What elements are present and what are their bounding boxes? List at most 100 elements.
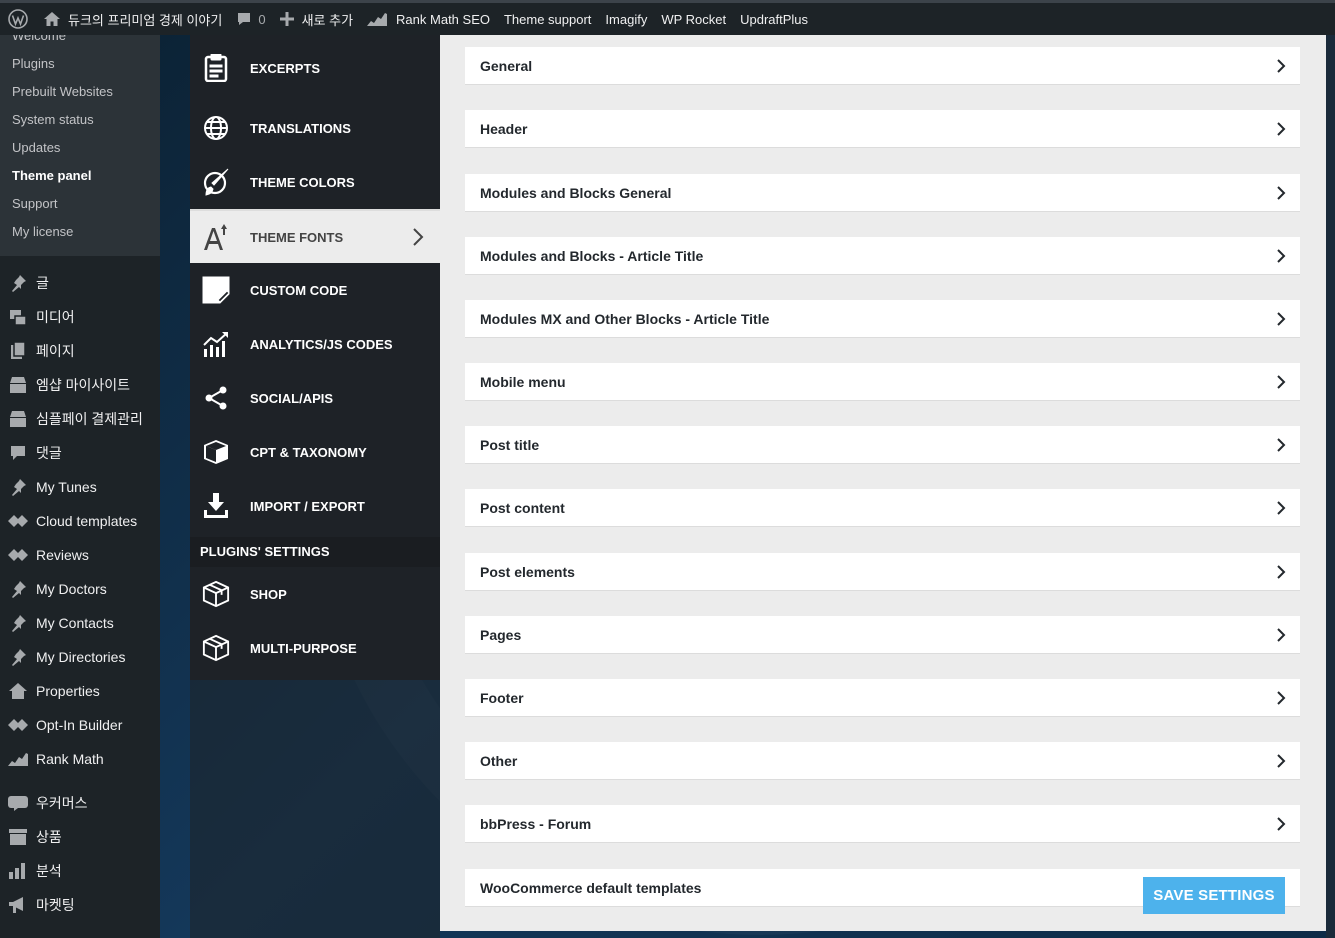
- pin-icon: [8, 647, 28, 667]
- menu-item-analytics[interactable]: 분석: [0, 854, 160, 888]
- menu-item-opt-in-builder[interactable]: Opt-In Builder: [0, 708, 160, 742]
- menu-item-reviews[interactable]: Reviews: [0, 538, 160, 572]
- pin-icon: [8, 477, 28, 497]
- document-pen-icon: [202, 276, 230, 304]
- panel-nav-label: CPT & TAXONOMY: [250, 444, 367, 460]
- section-title: Header: [480, 120, 528, 137]
- theme-panel-nav: EXCERPTS TRANSLATIONS THEME COLORS THEME…: [190, 35, 440, 680]
- comments-link[interactable]: 0: [229, 3, 272, 35]
- menu-item-my-contacts[interactable]: My Contacts: [0, 606, 160, 640]
- new-content-link[interactable]: 새로 추가: [273, 3, 360, 35]
- menu-item-mshop[interactable]: 엠샵 마이사이트: [0, 368, 160, 402]
- panel-nav-cpt-taxonomy[interactable]: CPT & TAXONOMY: [190, 425, 440, 479]
- rank-math-label: Rank Math SEO: [396, 11, 490, 27]
- section-title: Post elements: [480, 563, 575, 580]
- box-icon: [202, 634, 230, 662]
- menu-item-marketing[interactable]: 마켓팅: [0, 888, 160, 922]
- menu-label: Reviews: [36, 547, 89, 563]
- panel-nav-theme-colors[interactable]: THEME COLORS: [190, 155, 440, 209]
- plugins-settings-heading: PLUGINS' SETTINGS: [190, 537, 440, 567]
- admin-menu: 글 미디어 페이지 엠샵 마이사이트 심플페이 결제관리 댓글 My Tunes…: [0, 256, 160, 922]
- menu-item-products[interactable]: 상품: [0, 820, 160, 854]
- panel-nav-label: EXCERPTS: [250, 60, 321, 76]
- section-title: Mobile menu: [480, 373, 566, 390]
- menu-item-my-tunes[interactable]: My Tunes: [0, 470, 160, 504]
- section-pages[interactable]: Pages: [465, 616, 1300, 654]
- chevron-right-icon: [1277, 817, 1286, 831]
- section-post-content[interactable]: Post content: [465, 489, 1300, 527]
- scrollbar[interactable]: [1326, 35, 1335, 938]
- panel-nav-analytics[interactable]: ANALYTICS/JS CODES: [190, 317, 440, 371]
- section-modules-mx-article-title[interactable]: Modules MX and Other Blocks - Article Ti…: [465, 300, 1300, 338]
- submenu-item-prebuilt-websites[interactable]: Prebuilt Websites: [0, 78, 160, 106]
- menu-label: 엠샵 마이사이트: [36, 377, 131, 393]
- menu-item-my-directories[interactable]: My Directories: [0, 640, 160, 674]
- rank-math-link[interactable]: Rank Math SEO: [360, 3, 497, 35]
- section-title: Pages: [480, 626, 522, 643]
- menu-label: My Contacts: [36, 615, 114, 631]
- menu-label: 미디어: [36, 309, 75, 325]
- panel-nav-excerpts[interactable]: EXCERPTS: [190, 35, 440, 101]
- chevron-right-icon: [1277, 375, 1286, 389]
- submenu-item-plugins[interactable]: Plugins: [0, 50, 160, 78]
- panel-nav-import-export[interactable]: IMPORT / EXPORT: [190, 479, 440, 533]
- menu-label: Rank Math: [36, 751, 104, 767]
- panel-nav-multi-purpose[interactable]: MULTI-PURPOSE: [190, 621, 440, 675]
- menu-label: Properties: [36, 683, 100, 699]
- panel-nav-theme-fonts[interactable]: THEME FONTS: [190, 209, 440, 263]
- section-general[interactable]: General: [465, 47, 1300, 85]
- diamond-icon: [8, 715, 28, 735]
- submenu-item-welcome[interactable]: Welcome: [0, 35, 160, 50]
- menu-label: 심플페이 결제관리: [36, 411, 143, 427]
- menu-item-properties[interactable]: Properties: [0, 674, 160, 708]
- archive-icon: [8, 827, 28, 847]
- site-name-link[interactable]: 듀크의 프리미엄 경제 이야기: [36, 3, 229, 35]
- section-title: Modules and Blocks General: [480, 184, 672, 201]
- menu-item-comments[interactable]: 댓글: [0, 436, 160, 470]
- submenu-item-theme-panel[interactable]: Theme panel: [0, 162, 160, 190]
- section-bbpress-forum[interactable]: bbPress - Forum: [465, 805, 1300, 843]
- section-modules-blocks-general[interactable]: Modules and Blocks General: [465, 174, 1300, 212]
- panel-nav-social[interactable]: SOCIAL/APIS: [190, 371, 440, 425]
- menu-item-my-doctors[interactable]: My Doctors: [0, 572, 160, 606]
- submenu-item-updates[interactable]: Updates: [0, 134, 160, 162]
- comment-icon: [238, 13, 251, 25]
- brush-icon: [202, 168, 230, 196]
- panel-nav-custom-code[interactable]: CUSTOM CODE: [190, 263, 440, 317]
- submenu-item-my-license[interactable]: My license: [0, 218, 160, 246]
- menu-item-pages[interactable]: 페이지: [0, 334, 160, 368]
- section-post-title[interactable]: Post title: [465, 426, 1300, 464]
- section-header[interactable]: Header: [465, 110, 1300, 148]
- chevron-right-icon: [1277, 312, 1286, 326]
- section-title: WooCommerce default templates: [480, 879, 702, 896]
- save-settings-button[interactable]: SAVE SETTINGS: [1143, 877, 1285, 914]
- panel-nav-translations[interactable]: TRANSLATIONS: [190, 101, 440, 155]
- section-other[interactable]: Other: [465, 742, 1300, 780]
- menu-label: 마켓팅: [36, 897, 75, 913]
- menu-item-woocommerce[interactable]: 우커머스: [0, 786, 160, 820]
- diamond-icon: [8, 511, 28, 531]
- submenu-item-support[interactable]: Support: [0, 190, 160, 218]
- section-title: Modules and Blocks - Article Title: [480, 247, 704, 264]
- house-icon: [8, 681, 28, 701]
- menu-item-posts[interactable]: 글: [0, 266, 160, 300]
- panel-nav-shop[interactable]: SHOP: [190, 567, 440, 621]
- menu-item-simplepay[interactable]: 심플페이 결제관리: [0, 402, 160, 436]
- section-modules-blocks-article-title[interactable]: Modules and Blocks - Article Title: [465, 237, 1300, 275]
- section-footer[interactable]: Footer: [465, 679, 1300, 717]
- section-mobile-menu[interactable]: Mobile menu: [465, 363, 1300, 401]
- imagify-link[interactable]: Imagify: [598, 3, 654, 35]
- menu-item-cloud-templates[interactable]: Cloud templates: [0, 504, 160, 538]
- admin-bar: 듀크의 프리미엄 경제 이야기 0 새로 추가 Rank Math SEO Th…: [0, 0, 1335, 35]
- theme-support-link[interactable]: Theme support: [497, 3, 598, 35]
- wordpress-logo-icon[interactable]: [0, 3, 36, 35]
- menu-label: My Tunes: [36, 479, 97, 495]
- section-post-elements[interactable]: Post elements: [465, 553, 1300, 591]
- menu-item-media[interactable]: 미디어: [0, 300, 160, 334]
- pin-icon: [8, 613, 28, 633]
- wp-rocket-link[interactable]: WP Rocket: [654, 3, 733, 35]
- updraftplus-link[interactable]: UpdraftPlus: [733, 3, 815, 35]
- menu-item-rank-math[interactable]: Rank Math: [0, 742, 160, 776]
- submenu-item-system-status[interactable]: System status: [0, 106, 160, 134]
- chevron-right-icon: [1277, 249, 1286, 263]
